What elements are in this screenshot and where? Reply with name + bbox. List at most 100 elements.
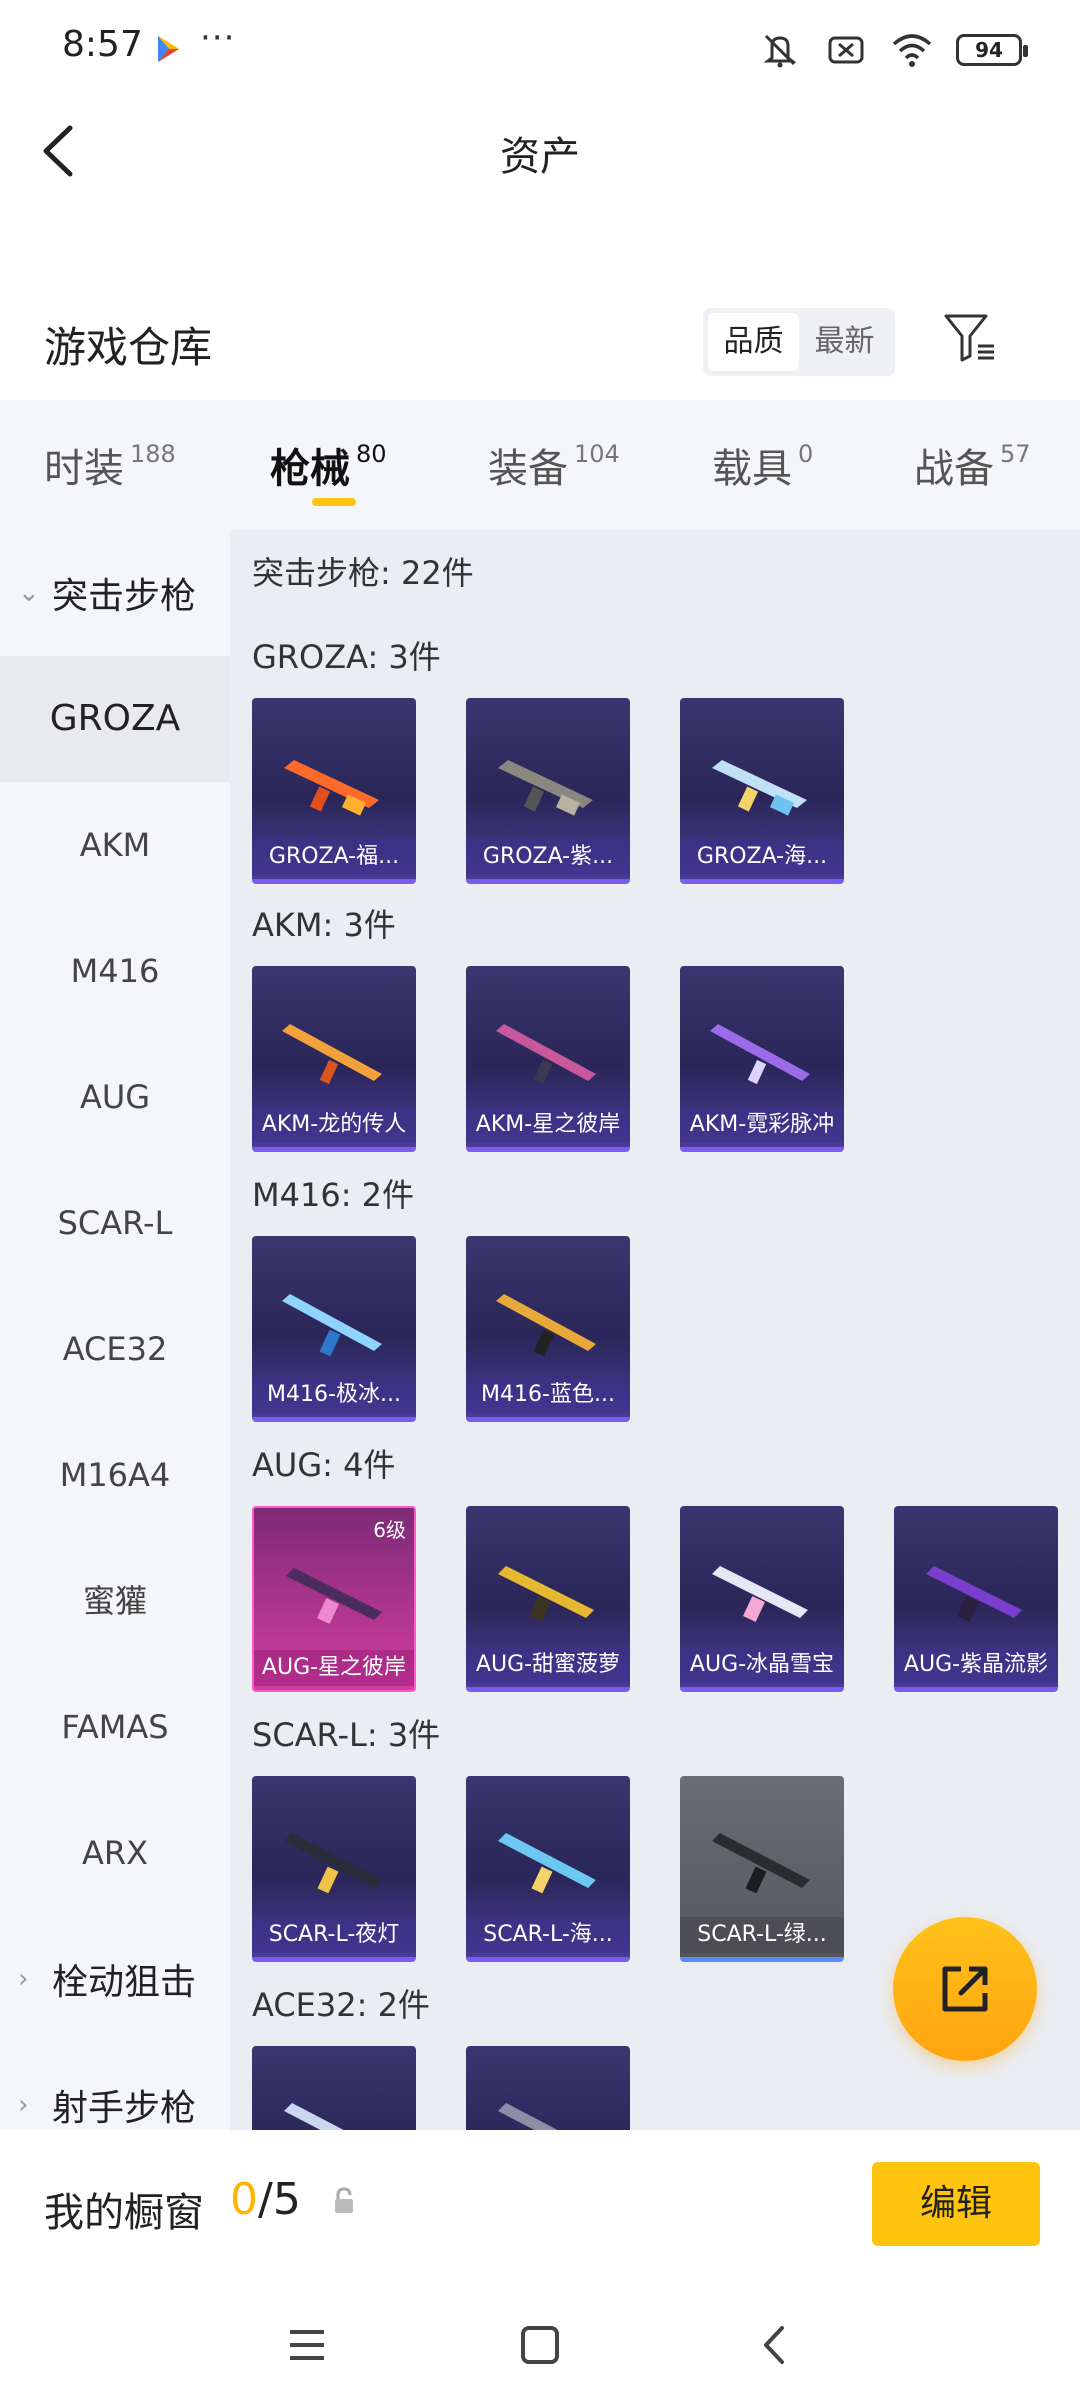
rifle-skin-image (286, 1568, 382, 1624)
sort-by-quality[interactable]: 品质 (708, 313, 799, 371)
sidebar-group-label: 突击步枪 (52, 576, 197, 617)
weapon-card[interactable]: AUG-紫晶流影 (894, 1506, 1058, 1692)
group-title-groza: GROZA: 3件 (252, 638, 441, 676)
system-nav-bar (0, 2280, 1080, 2400)
sidebar-item-m16a4[interactable]: M16A4 (0, 1412, 230, 1538)
share-icon (942, 1966, 988, 2012)
rifle-skin-image (282, 1024, 382, 1085)
weapon-card-name: AUG-星之彼岸 (254, 1650, 414, 1686)
menu-icon[interactable] (282, 2320, 332, 2370)
rifle-skin-image (926, 1566, 1022, 1622)
weapon-card-name: GROZA-海... (680, 839, 844, 875)
weapon-card[interactable]: SCAR-L-海... (466, 1776, 630, 1962)
rifle-skin-image (498, 1566, 594, 1622)
sidebar-item-groza[interactable]: GROZA (0, 656, 230, 782)
weapon-card[interactable]: AKM-星之彼岸 (466, 966, 630, 1152)
sidebar-group-assault-rifle[interactable]: ⌄ 突击步枪 (0, 530, 230, 656)
weapon-card[interactable] (252, 2046, 416, 2130)
home-icon[interactable] (515, 2320, 565, 2370)
sidebar-group-label: 栓动狙击 (52, 1962, 197, 2003)
active-tab-indicator (312, 498, 356, 506)
edit-button[interactable]: 编辑 (872, 2162, 1040, 2246)
weapon-card[interactable]: M416-极冰... (252, 1236, 416, 1422)
weapon-card[interactable]: GROZA-福... (252, 698, 416, 884)
tab-firearms[interactable]: 枪械 80 (270, 436, 387, 494)
weapon-card[interactable]: SCAR-L-夜灯 (252, 1776, 416, 1962)
weapon-card-name: AKM-星之彼岸 (466, 1107, 630, 1143)
header: 资产 (0, 96, 1080, 206)
weapon-card-name: M416-极冰... (252, 1377, 416, 1413)
mute-icon (763, 34, 797, 68)
weapon-card-name: AUG-紫晶流影 (894, 1647, 1058, 1683)
weapon-card[interactable] (466, 2046, 630, 2130)
sidebar-item-famas[interactable]: FAMAS (0, 1664, 230, 1790)
tab-label: 战备 (914, 446, 994, 492)
weapon-card[interactable]: AKM-龙的传人 (252, 966, 416, 1152)
no-sim-icon (828, 36, 864, 64)
status-time: 8:57 (62, 24, 143, 65)
sidebar-group-bolt-action[interactable]: › 栓动狙击 (0, 1916, 230, 2042)
group-title-aug: AUG: 4件 (252, 1446, 396, 1484)
group-title-scar-l: SCAR-L: 3件 (252, 1716, 441, 1754)
weapon-card-name: AKM-龙的传人 (252, 1107, 416, 1143)
showcase-bar: 我的橱窗 0/5 编辑 (0, 2130, 1080, 2280)
weapon-card[interactable]: SCAR-L-绿... (680, 1776, 844, 1962)
tab-equipment[interactable]: 装备 104 (488, 436, 620, 494)
rifle-skin-image (498, 1833, 596, 1894)
tab-count: 80 (356, 440, 387, 468)
weapon-card[interactable]: M416-蓝色... (466, 1236, 630, 1422)
tab-fashion[interactable]: 时装 188 (44, 436, 176, 494)
tab-label: 装备 (488, 446, 568, 492)
weapon-card[interactable]: AUG-甜蜜菠萝 (466, 1506, 630, 1692)
sidebar-item-honey-badger[interactable]: 蜜獾 (0, 1538, 230, 1664)
weapon-card[interactable]: 6级 AUG-星之彼岸 (252, 1506, 416, 1692)
share-button[interactable] (893, 1917, 1037, 2061)
filter-icon[interactable] (940, 308, 1000, 368)
sidebar-group-label: 射手步枪 (52, 2088, 197, 2129)
rifle-skin-image (498, 2103, 558, 2130)
tab-label: 载具 (712, 446, 792, 492)
tab-count: 0 (798, 440, 814, 468)
weapon-card[interactable]: GROZA-紫... (466, 698, 630, 884)
battery-indicator: 94 (956, 34, 1028, 66)
play-store-icon (158, 36, 179, 62)
category-summary: 突击步枪: 22件 (252, 554, 474, 592)
rifle-skin-image (282, 1294, 382, 1357)
showcase-count-current: 0 (230, 2174, 258, 2225)
rifle-skin-image (710, 1024, 810, 1085)
weapon-grid: 突击步枪: 22件 GROZA: 3件 GROZA-福... GROZA-紫..… (230, 530, 1080, 2130)
sidebar-item-aug[interactable]: AUG (0, 1034, 230, 1160)
tab-gear[interactable]: 战备 57 (914, 436, 1031, 494)
wifi-icon (892, 34, 932, 67)
group-title-m416: M416: 2件 (252, 1176, 415, 1214)
weapon-card[interactable]: AUG-冰晶雪宝 (680, 1506, 844, 1692)
warehouse-header: 游戏仓库 品质 最新 (0, 290, 1080, 400)
weapon-card-name: GROZA-福... (252, 839, 416, 875)
chevron-right-icon: › (18, 2090, 29, 2120)
weapon-card[interactable]: AKM-霓彩脉冲 (680, 966, 844, 1152)
sidebar-item-arx[interactable]: ARX (0, 1790, 230, 1916)
weapon-card-name: GROZA-紫... (466, 839, 630, 875)
tab-count: 188 (130, 440, 176, 468)
rifle-skin-image (284, 760, 379, 816)
sidebar-item-m416[interactable]: M416 (0, 908, 230, 1034)
warehouse-title: 游戏仓库 (44, 323, 213, 372)
sort-toggle: 品质 最新 (703, 308, 895, 376)
tab-label: 枪械 (270, 446, 350, 492)
sidebar-item-scar-l[interactable]: SCAR-L (0, 1160, 230, 1286)
tab-count: 104 (574, 440, 620, 468)
rifle-skin-image (496, 1294, 596, 1357)
sort-by-newest[interactable]: 最新 (799, 313, 890, 371)
weapon-card[interactable]: GROZA-海... (680, 698, 844, 884)
rifle-skin-image (712, 1833, 810, 1894)
tab-count: 57 (1000, 440, 1031, 468)
showcase-title: 我的橱窗 (44, 2190, 204, 2236)
weapon-card-name: SCAR-L-夜灯 (252, 1917, 416, 1953)
sidebar-item-akm[interactable]: AKM (0, 782, 230, 908)
back-icon[interactable] (750, 2320, 800, 2370)
sidebar-item-ace32[interactable]: ACE32 (0, 1286, 230, 1412)
page-title: 资产 (500, 134, 580, 180)
tab-vehicles[interactable]: 载具 0 (712, 436, 813, 494)
level-badge: 6级 (373, 1518, 406, 1542)
weapon-card-name: AUG-冰晶雪宝 (680, 1647, 844, 1683)
